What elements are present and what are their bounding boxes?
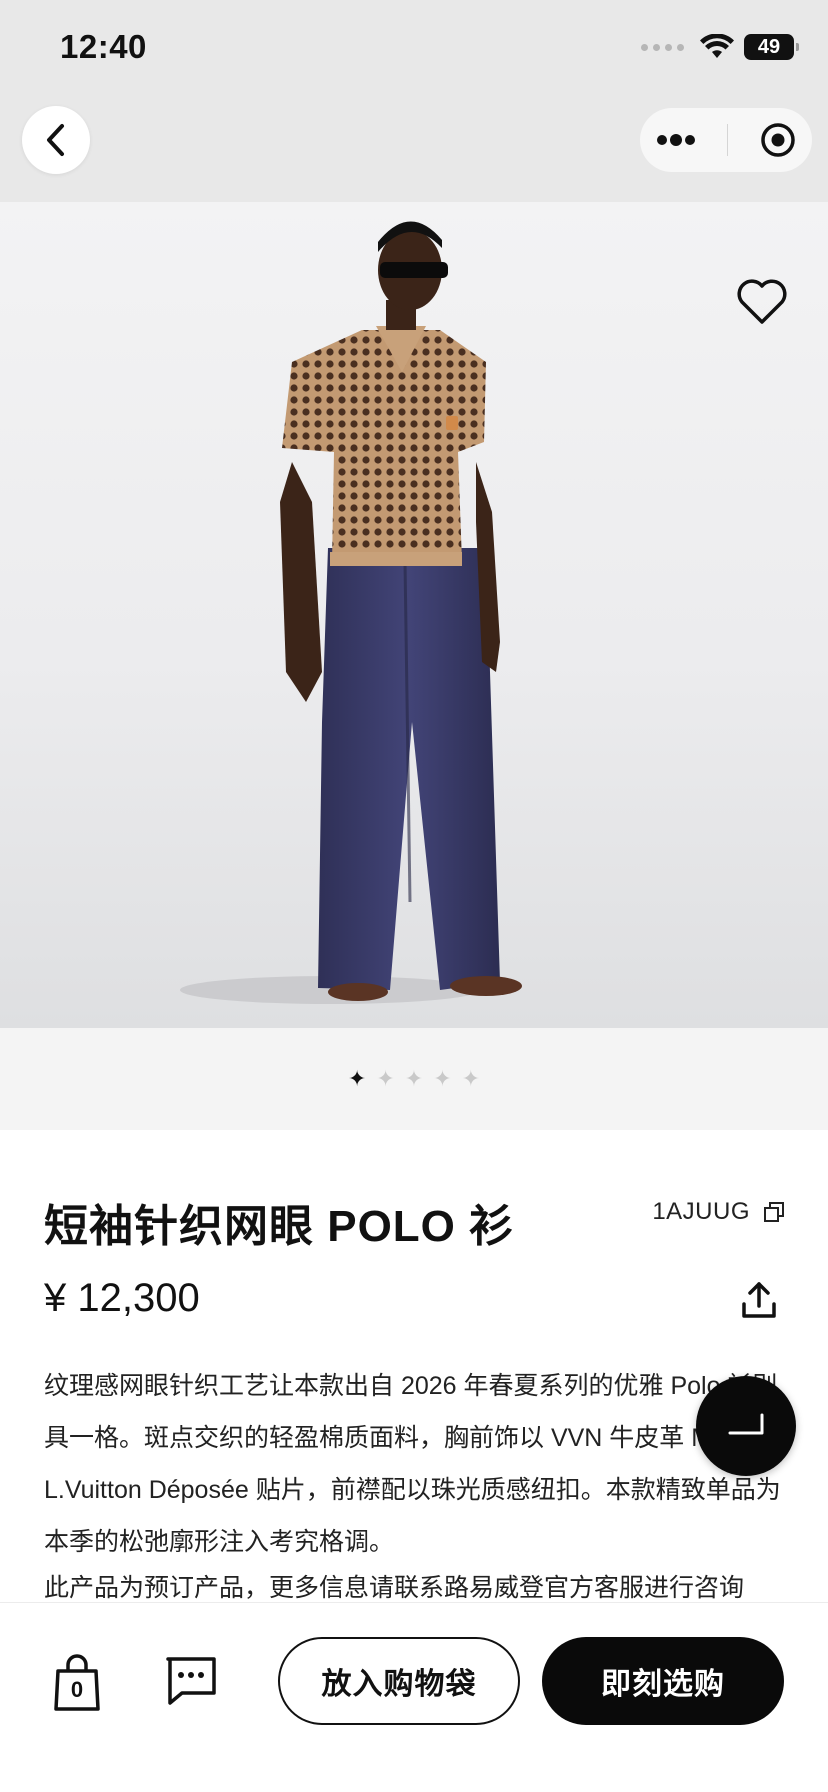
status-icons: 49 — [641, 34, 799, 60]
carousel-dot[interactable]: ✦ — [433, 1068, 451, 1090]
battery-icon: 49 — [744, 34, 799, 60]
product-title: 短袖针织网眼 POLO 衫 — [44, 1202, 515, 1251]
carousel-dot[interactable]: ✦ — [462, 1068, 480, 1090]
mini-program-capsule — [640, 108, 812, 172]
product-photo — [180, 221, 522, 1004]
bag-count: 0 — [70, 1677, 84, 1702]
status-time: 12:40 — [60, 28, 147, 65]
heart-outline-icon[interactable] — [734, 274, 790, 330]
add-to-bag-button[interactable]: 放入购物袋 — [278, 1637, 520, 1725]
battery-level: 49 — [757, 35, 781, 58]
copy-icon[interactable] — [762, 1200, 786, 1224]
signal-dots-icon — [641, 43, 684, 51]
shopping-bag-button[interactable]: 0 — [52, 1653, 102, 1713]
carousel-dot[interactable]: ✦ — [376, 1068, 394, 1090]
wifi-icon — [700, 34, 734, 58]
product-image[interactable] — [0, 202, 828, 1028]
chat-bubble-icon — [728, 1413, 764, 1435]
capsule-divider — [727, 124, 729, 156]
sku-copy[interactable]: 1AJUUG — [652, 1198, 786, 1226]
buy-now-button[interactable]: 即刻选购 — [542, 1637, 784, 1725]
close-target-icon[interactable] — [760, 122, 796, 158]
message-icon[interactable] — [164, 1655, 218, 1707]
customer-service-button[interactable] — [696, 1376, 796, 1476]
share-icon[interactable] — [740, 1280, 778, 1320]
product-price: ¥ 12,300 — [44, 1276, 200, 1320]
carousel-dot[interactable]: ✦ — [405, 1068, 423, 1090]
back-button[interactable] — [22, 106, 90, 174]
more-dots-icon[interactable] — [656, 133, 696, 147]
status-bar: 12:40 49 — [0, 0, 828, 100]
carousel-dot[interactable]: ✦ — [348, 1068, 366, 1090]
chevron-left-icon — [47, 124, 64, 156]
product-description: 纹理感网眼针织工艺让本款出自 2026 年春夏系列的优雅 Polo 衫别具一格。… — [44, 1372, 781, 1556]
nav-bar — [0, 100, 828, 202]
bottom-action-bar: 0 放入购物袋 即刻选购 — [0, 1602, 828, 1792]
carousel-indicator: ✦ ✦ ✦ ✦ ✦ — [0, 1028, 828, 1130]
product-sku: 1AJUUG — [652, 1198, 750, 1225]
